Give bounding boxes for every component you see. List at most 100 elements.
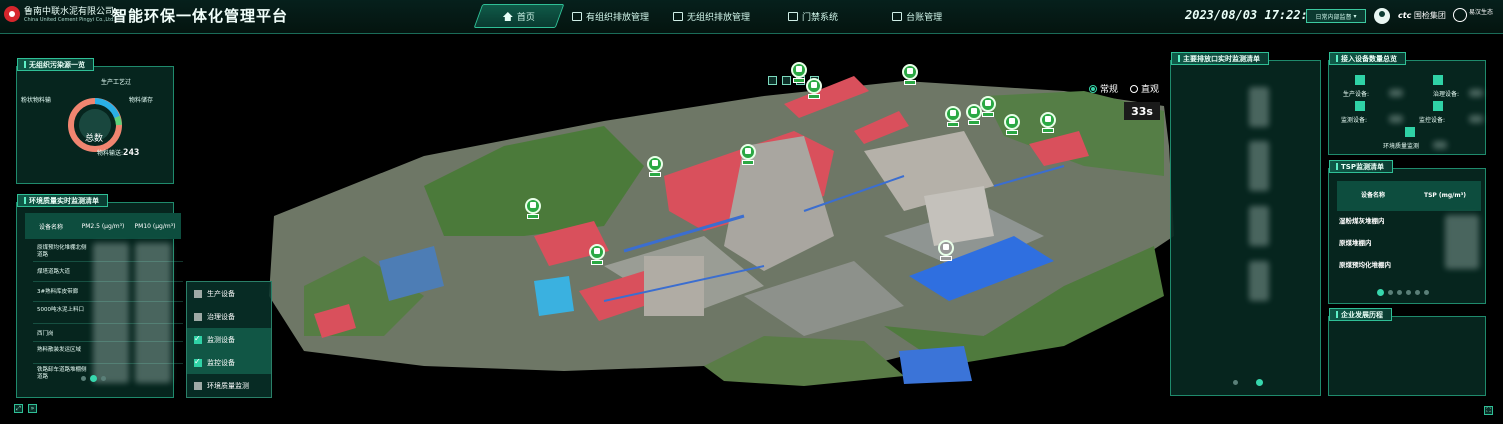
- panel-title: 主要排放口实时监测清单: [1171, 52, 1269, 65]
- pm25-values-blurred: [93, 243, 129, 383]
- page-dot[interactable]: [1424, 290, 1429, 295]
- monitor-marker-icon[interactable]: [1040, 112, 1056, 133]
- view-mode-normal[interactable]: 常规: [1089, 82, 1118, 95]
- brand-eco-name: 易汉生态: [1469, 9, 1494, 16]
- panel-title: 无组织污染源一览: [17, 58, 94, 71]
- monitor-marker-icon[interactable]: [589, 244, 605, 265]
- layer-toggle-monitoring[interactable]: 监测设备: [187, 328, 271, 351]
- sensor-icon: [1355, 101, 1365, 111]
- table-row[interactable]: 湿粉煤灰堆棚内: [1339, 215, 1385, 225]
- layer-toggle-surveillance[interactable]: 监控设备: [187, 351, 271, 374]
- brand-name: 国检集团: [1413, 11, 1446, 20]
- donut-center-label: 总数: [85, 134, 104, 144]
- layer-label: 生产设备: [207, 289, 235, 298]
- nav-tab-label: 首页: [517, 12, 536, 23]
- pagination-dots: [1233, 379, 1263, 386]
- monitor-marker-icon[interactable]: [1004, 114, 1020, 135]
- nav-tab-organized-emission[interactable]: 有组织排放管理: [560, 4, 661, 28]
- table-row[interactable]: 原煤预均化堆棚内: [1339, 259, 1391, 269]
- expand-icon[interactable]: ⤢: [14, 404, 23, 413]
- view-mode-label: 常规: [1100, 85, 1119, 95]
- chevron-down-icon: ▾: [1353, 12, 1357, 20]
- monitor-marker-icon[interactable]: [806, 78, 822, 99]
- page-dot[interactable]: [81, 376, 86, 381]
- layer-toggle-treatment[interactable]: 治理设备: [187, 305, 271, 328]
- nav-tab-ledger[interactable]: 台账管理: [880, 4, 954, 28]
- view-mode-label: 直观: [1141, 85, 1160, 95]
- page-dot[interactable]: [1233, 380, 1238, 385]
- fullscreen-icon[interactable]: [768, 76, 777, 85]
- page-dot[interactable]: [1397, 290, 1402, 295]
- brand-mark: ctc: [1398, 11, 1412, 20]
- layer-toggle-environment[interactable]: 环境质量监测: [187, 374, 271, 397]
- monitor-marker-icon[interactable]: [525, 198, 541, 219]
- layer-toggle-production[interactable]: 生产设备: [187, 282, 271, 305]
- nav-tab-access-control[interactable]: 门禁系统: [776, 4, 850, 28]
- monitor-marker-icon[interactable]: [791, 62, 807, 83]
- layer-legend: 生产设备 治理设备 监测设备 监控设备 环境质量监测: [186, 281, 272, 398]
- total-value: 243: [123, 148, 140, 158]
- monitor-marker-icon[interactable]: [740, 144, 756, 165]
- page-dot[interactable]: [101, 376, 106, 381]
- page-dot-active[interactable]: [1256, 379, 1263, 386]
- stat-monitoring: 监测设备:: [1341, 117, 1368, 124]
- pagination-dots: [1377, 289, 1429, 296]
- stat-surveillance: 监控设备:: [1419, 117, 1446, 124]
- count-blurred: [1433, 141, 1447, 149]
- view-mode-intuitive[interactable]: 直观: [1130, 82, 1159, 95]
- page-dot[interactable]: [1388, 290, 1393, 295]
- factory-icon: [572, 11, 583, 21]
- donut-label-process: 生产工艺过: [101, 79, 132, 86]
- company-logo-icon: [4, 6, 20, 22]
- table-row[interactable]: 西门岗: [37, 331, 89, 338]
- company-name: 鲁南中联水泥有限公司: [24, 7, 115, 17]
- collapse-panels-icon[interactable]: »: [28, 404, 37, 413]
- panel-title: 接入设备数量总览: [1329, 52, 1406, 65]
- camera-icon: [1433, 101, 1443, 111]
- count-blurred: [1389, 115, 1403, 123]
- monitor-marker-icon[interactable]: [647, 156, 663, 177]
- panel-title: TSP监测清单: [1329, 160, 1393, 173]
- department-select[interactable]: 日常内部监督 ▾: [1306, 9, 1366, 23]
- col-header: 设备名称: [38, 223, 63, 231]
- monitor-marker-icon[interactable]: [945, 106, 961, 127]
- table-row[interactable]: 熟料散装发运区域: [37, 347, 89, 354]
- radio-icon: [1130, 85, 1139, 93]
- table-row[interactable]: 原煤预均化堆棚北侧道路: [37, 245, 89, 259]
- brand-eco-icon: [1453, 8, 1467, 22]
- stat-environment: 环境质量监测: [1383, 143, 1420, 150]
- nav-tab-home[interactable]: 首页: [473, 4, 565, 28]
- total-label: 物料输送:: [97, 150, 124, 157]
- brand-ctc-logo: ctc 国检集团: [1398, 10, 1446, 21]
- monitor-marker-icon[interactable]: [980, 96, 996, 117]
- stat-treatment: 治理设备:: [1433, 91, 1460, 98]
- page-dot[interactable]: [1415, 290, 1420, 295]
- enterprise-history-panel: 企业发展历程: [1328, 308, 1486, 396]
- outlet-data-blurred: [1249, 261, 1269, 301]
- table-row[interactable]: 3#熟料库皮带廊: [37, 289, 89, 296]
- table-row[interactable]: 煤塔道路大道: [37, 269, 89, 276]
- page-dot-active[interactable]: [1377, 289, 1384, 296]
- page-dot-active[interactable]: [90, 375, 97, 382]
- device-count-panel: 接入设备数量总览 生产设备: 治理设备: 监测设备: 监控设备: 环境质量监测: [1328, 52, 1486, 155]
- home-icon: [503, 12, 513, 21]
- checkbox-checked-icon: [194, 334, 202, 344]
- truck-icon: [1433, 75, 1443, 85]
- current-datetime: 2023/08/03 17:22:53: [1185, 8, 1323, 22]
- page-dot[interactable]: [1406, 290, 1411, 295]
- source-donut-chart: [68, 98, 122, 152]
- monitor-marker-offline-icon[interactable]: [938, 240, 954, 261]
- nav-tab-unorganized-emission[interactable]: 无组织排放管理: [661, 4, 762, 28]
- checkbox-icon: [194, 312, 202, 321]
- factory-icon: [1355, 75, 1365, 85]
- layer-label: 环境质量监测: [207, 381, 249, 390]
- user-avatar-icon[interactable]: [1374, 8, 1390, 24]
- fullscreen-corner-icon[interactable]: ⛶: [1484, 406, 1493, 415]
- monitor-marker-icon[interactable]: [902, 64, 918, 85]
- layers-icon[interactable]: [782, 76, 791, 85]
- donut-label-storage: 物料储存: [129, 97, 154, 104]
- table-row[interactable]: 5000吨水泥上料口: [37, 307, 89, 314]
- table-row[interactable]: 原煤堆棚内: [1339, 237, 1372, 247]
- checkbox-checked-icon: [194, 357, 202, 367]
- tsp-values-blurred: [1445, 215, 1479, 269]
